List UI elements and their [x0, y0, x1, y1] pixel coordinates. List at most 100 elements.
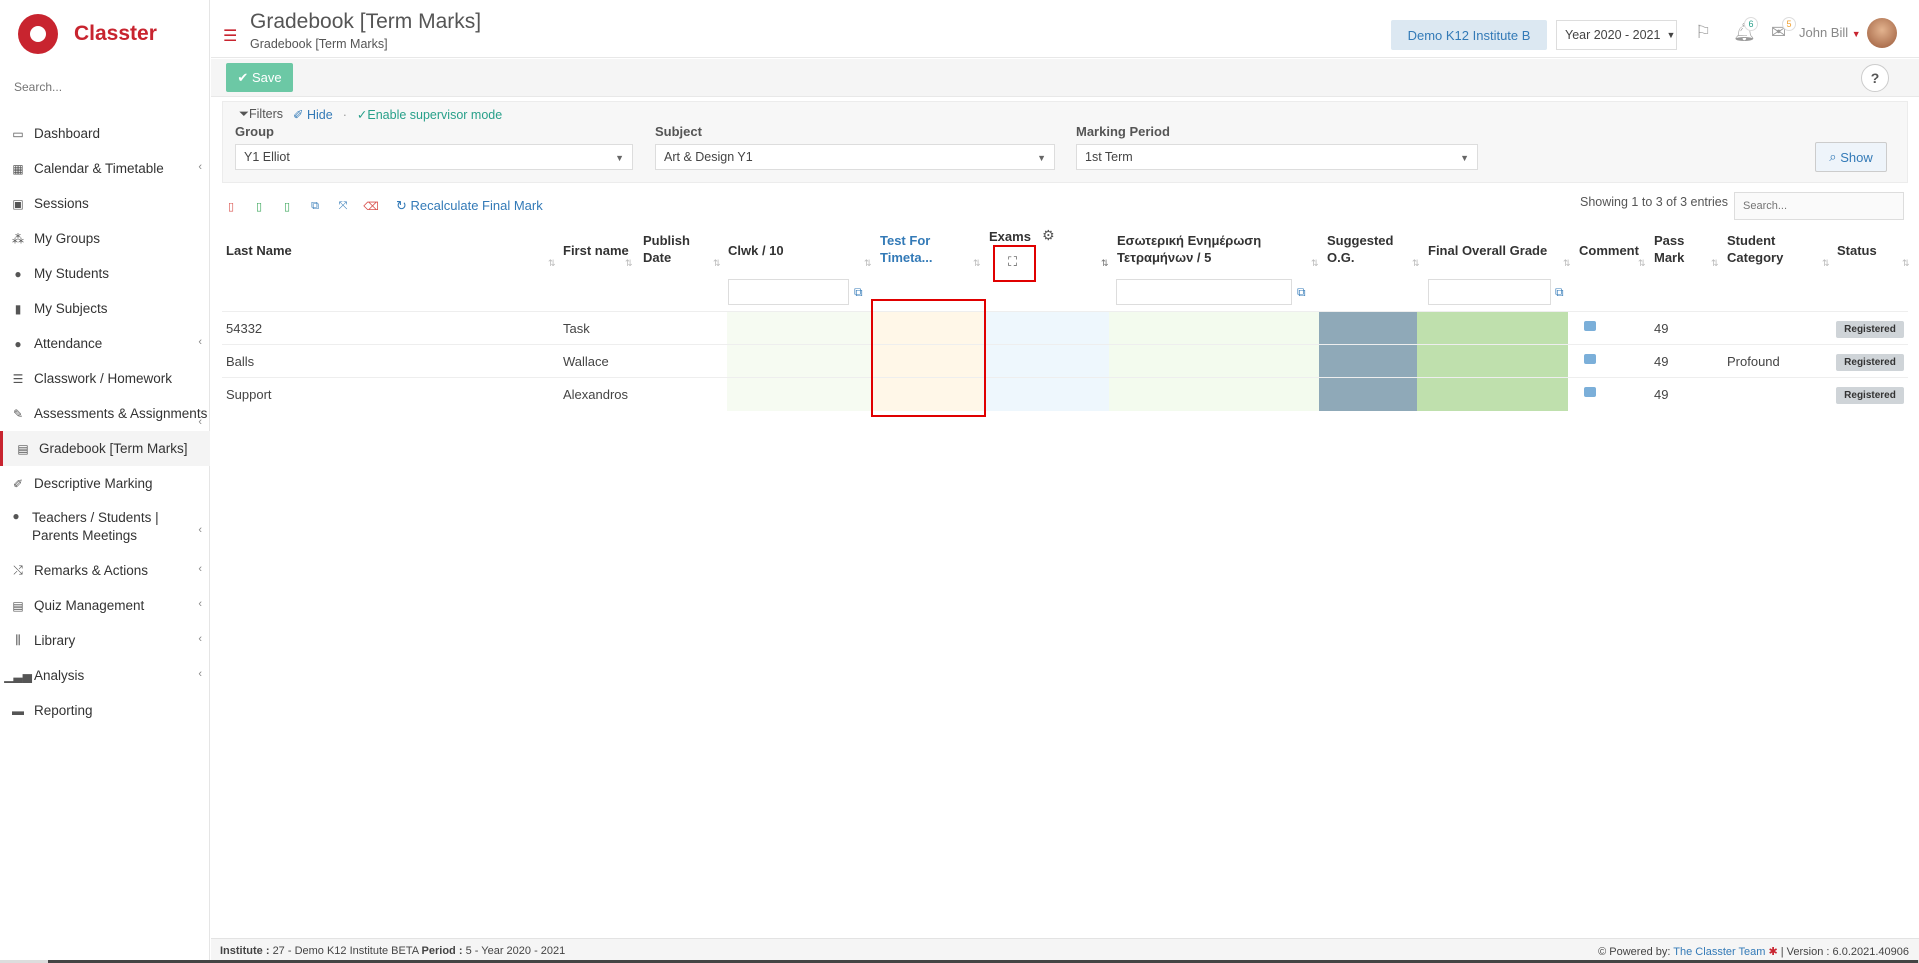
pdf-export-icon[interactable]: ▯ — [222, 197, 240, 215]
sidebar-item-reporting[interactable]: ▬ Reporting — [0, 693, 210, 728]
sort-icon[interactable]: ⇅ — [1563, 258, 1571, 269]
internal-cell[interactable] — [1109, 345, 1319, 378]
final-grade-cell[interactable] — [1417, 312, 1568, 345]
recalculate-final-mark-button[interactable]: ↻ Recalculate Final Mark — [396, 198, 543, 214]
sort-icon[interactable]: ⇅ — [625, 258, 633, 269]
institute-selector[interactable]: Demo K12 Institute B — [1391, 20, 1547, 50]
col-header-pass-mark[interactable]: Pass Mark — [1654, 232, 1694, 266]
sort-icon[interactable]: ⇅ — [864, 258, 872, 269]
bell-icon[interactable]: 🔔︎ 6 — [1733, 17, 1758, 43]
col-header-test-timetable[interactable]: Test For Timeta... — [880, 232, 950, 266]
sort-icon[interactable]: ⇅ — [1412, 258, 1420, 269]
sort-icon[interactable]: ⇅ — [1101, 258, 1109, 269]
brand-name: Classter — [74, 22, 157, 45]
subject-select[interactable]: Art & Design Y1 ▼ — [655, 144, 1055, 170]
copy-icon[interactable]: ⧉ — [1297, 285, 1306, 300]
col-header-internal-assessment[interactable]: Εσωτερική Ενημέρωση Τετραμήνων / 5 — [1117, 232, 1267, 266]
internal-cell[interactable] — [1109, 312, 1319, 345]
hide-filters-link[interactable]: ✐ Hide — [293, 107, 333, 122]
sort-icon[interactable]: ⇅ — [1822, 258, 1830, 269]
col-header-suggested-og[interactable]: Suggested O.G. — [1327, 232, 1397, 266]
sidebar-item-analysis[interactable]: ▁▃▅ Analysis ‹ — [0, 658, 210, 693]
sidebar-nav: ▭ Dashboard ▦ Calendar & Timetable ‹ ▣ Sessi… — [0, 116, 210, 728]
sort-icon[interactable]: ⇅ — [1638, 258, 1646, 269]
year-selector[interactable]: Year 2020 - 2021 ▼ — [1556, 20, 1677, 50]
final-grade-cell[interactable] — [1417, 378, 1568, 411]
show-button[interactable]: ⌕ Show — [1815, 142, 1887, 172]
filter-icon: ⏷ — [239, 107, 250, 121]
sidebar-item-assessments[interactable]: ✎ Assessments & Assignments ‹ — [0, 396, 210, 431]
action-bar: ✔ Save ? — [211, 59, 1919, 97]
copy-icon[interactable]: ⧉ — [854, 285, 863, 300]
final-grade-fill-input[interactable] — [1428, 279, 1551, 305]
csv-export-icon[interactable]: ▯ — [278, 197, 296, 215]
sidebar-search-input[interactable] — [14, 80, 194, 94]
pin-icon: ✐ — [293, 108, 307, 122]
help-button[interactable]: ? — [1861, 64, 1889, 92]
sidebar-item-attendance[interactable]: ● Attendance ‹ — [0, 326, 210, 361]
sort-icon[interactable]: ⇅ — [1311, 258, 1319, 269]
internal-fill-input[interactable] — [1116, 279, 1292, 305]
classter-small-icon: ✱ — [1768, 946, 1778, 958]
chevron-left-icon: ‹ — [198, 524, 202, 536]
sidebar-item-my-subjects[interactable]: ▮ My Subjects — [0, 291, 210, 326]
internal-cell[interactable] — [1109, 378, 1319, 411]
col-header-last-name[interactable]: Last Name — [226, 242, 292, 259]
col-header-publish-date[interactable]: Publish Date — [643, 232, 703, 266]
team-link[interactable]: The Classter Team — [1673, 946, 1765, 958]
final-grade-cell[interactable] — [1417, 345, 1568, 378]
sidebar-item-remarks[interactable]: ⤭ Remarks & Actions ‹ — [0, 553, 210, 588]
logo[interactable]: Classter — [18, 14, 157, 54]
clwk-fill-input[interactable] — [728, 279, 849, 305]
col-header-comment[interactable]: Comment — [1579, 242, 1639, 259]
copy-icon[interactable]: ⧉ — [306, 197, 324, 215]
sort-icon[interactable]: ⇅ — [713, 258, 721, 269]
compress-icon[interactable]: ⤧ — [334, 197, 352, 215]
exams-cell[interactable] — [983, 378, 1109, 411]
exams-cell[interactable] — [983, 345, 1109, 378]
table-search-input[interactable] — [1734, 192, 1904, 220]
save-button[interactable]: ✔ Save — [226, 63, 293, 92]
sidebar-item-label: Remarks & Actions — [34, 563, 149, 578]
filters-toggle[interactable]: ⏷Filters — [239, 107, 283, 122]
sort-icon[interactable]: ⇅ — [973, 258, 981, 269]
envelope-icon[interactable]: ✉ 5 — [1771, 17, 1796, 43]
sidebar-item-quiz[interactable]: ▤ Quiz Management ‹ — [0, 588, 210, 623]
col-header-student-category[interactable]: Student Category — [1727, 232, 1797, 266]
sort-icon[interactable]: ⇅ — [548, 258, 556, 269]
group-select[interactable]: Y1 Elliot ▼ — [235, 144, 633, 170]
gear-icon[interactable]: ⚙ — [1042, 227, 1055, 244]
sidebar-item-calendar[interactable]: ▦ Calendar & Timetable ‹ — [0, 151, 210, 186]
copy-icon[interactable]: ⧉ — [1555, 285, 1564, 300]
sidebar-item-dashboard[interactable]: ▭ Dashboard — [0, 116, 210, 151]
col-header-exams[interactable]: Exams — [989, 228, 1031, 245]
sidebar-item-my-groups[interactable]: ⁂ My Groups — [0, 221, 210, 256]
sort-icon[interactable]: ⇅ — [1711, 258, 1719, 269]
sidebar-item-meetings[interactable]: ● Teachers / Students | Parents Meetings ‹ — [0, 501, 210, 553]
avatar[interactable] — [1867, 18, 1897, 48]
comment-icon[interactable] — [1584, 321, 1596, 331]
remarks-icon: ⤭ — [13, 563, 23, 577]
sidebar-item-sessions[interactable]: ▣ Sessions — [0, 186, 210, 221]
hamburger-menu-icon[interactable]: ☰ — [223, 26, 237, 46]
sidebar-item-label: My Subjects — [34, 301, 108, 316]
comment-icon[interactable] — [1584, 354, 1596, 364]
excel-export-icon[interactable]: ▯ — [250, 197, 268, 215]
sidebar-item-my-students[interactable]: ● My Students — [0, 256, 210, 291]
user-menu[interactable]: John Bill ▼ — [1799, 25, 1861, 40]
col-header-first-name[interactable]: First name — [563, 242, 629, 259]
col-header-clwk[interactable]: Clwk / 10 — [728, 242, 784, 259]
col-header-status[interactable]: Status — [1837, 242, 1877, 259]
exams-cell[interactable] — [983, 312, 1109, 345]
sidebar-item-classwork[interactable]: ☰ Classwork / Homework — [0, 361, 210, 396]
eraser-icon[interactable]: ⌫ — [362, 197, 380, 215]
col-header-final-overall-grade[interactable]: Final Overall Grade — [1428, 242, 1547, 259]
flag-icon[interactable]: ⚐ — [1695, 22, 1711, 43]
sidebar-item-library[interactable]: ⫼ Library ‹ — [0, 623, 210, 658]
sort-icon[interactable]: ⇅ — [1902, 258, 1910, 269]
comment-icon[interactable] — [1584, 387, 1596, 397]
marking-period-select[interactable]: 1st Term ▼ — [1076, 144, 1478, 170]
sidebar-item-descriptive-marking[interactable]: ✐ Descriptive Marking — [0, 466, 210, 501]
sidebar-item-gradebook[interactable]: ▤ Gradebook [Term Marks] — [0, 431, 210, 466]
supervisor-mode-link[interactable]: ✓Enable supervisor mode — [357, 107, 502, 122]
